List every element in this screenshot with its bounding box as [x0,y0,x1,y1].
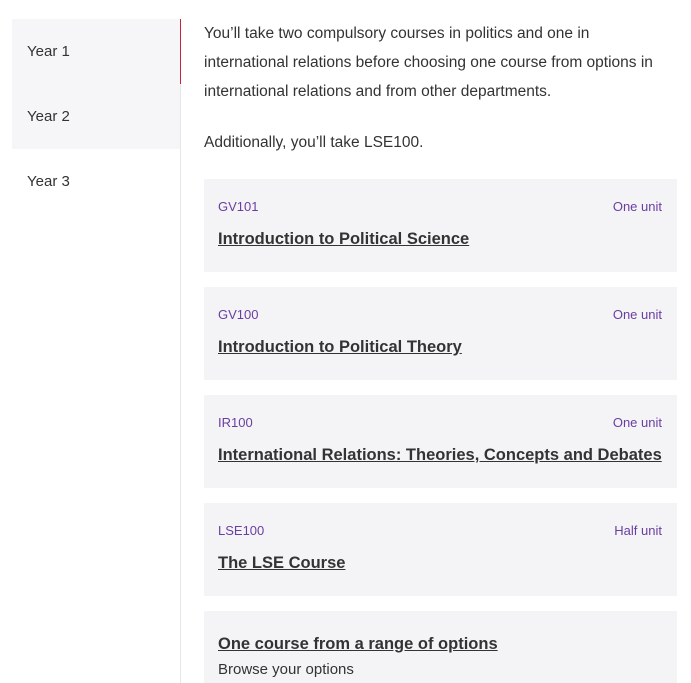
tab-year-3[interactable]: Year 3 [12,149,181,214]
course-code: GV101 [218,199,259,214]
tab-year-1[interactable]: Year 1 [12,19,181,84]
course-title-link[interactable]: The LSE Course [218,554,345,573]
year-content-panel: You’ll take two compulsory courses in po… [204,19,677,683]
tab-year-2-label: Year 2 [27,108,70,125]
intro-paragraph: You’ll take two compulsory courses in po… [204,25,653,100]
course-unit: One unit [612,415,662,430]
additional-paragraph: Additionally, you’ll take LSE100. [204,134,424,151]
course-title-link[interactable]: International Relations: Theories, Conce… [218,446,662,465]
course-unit: One unit [612,307,662,322]
options-card: One course from a range of options Brows… [204,611,677,683]
course-unit: One unit [612,199,662,214]
course-title-link[interactable]: Introduction to Political Science [218,230,469,249]
course-code: IR100 [218,415,253,430]
course-card: GV100 One unit Introduction to Political… [204,287,677,380]
course-code: LSE100 [218,523,265,538]
tab-year-1-label: Year 1 [27,43,70,60]
course-code: GV100 [218,307,259,322]
course-card: LSE100 Half unit The LSE Course [204,503,677,596]
options-title-link[interactable]: One course from a range of options [218,635,498,654]
tab-year-2[interactable]: Year 2 [12,84,181,149]
course-unit: Half unit [614,523,662,538]
options-subtitle: Browse your options [218,661,354,678]
course-card: GV101 One unit Introduction to Political… [204,179,677,272]
tab-divider [180,84,181,683]
course-card: IR100 One unit International Relations: … [204,395,677,488]
year-tabs: Year 1 Year 2 Year 3 [12,19,181,214]
tab-year-3-label: Year 3 [27,173,70,190]
course-title-link[interactable]: Introduction to Political Theory [218,338,462,357]
